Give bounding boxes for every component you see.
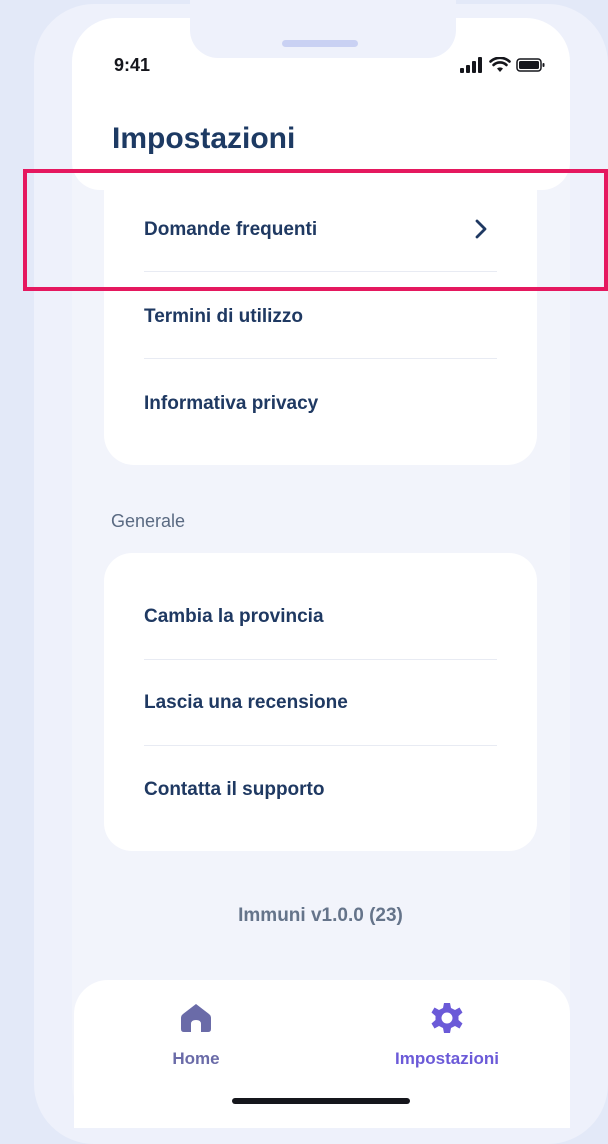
tab-home-label: Home: [172, 1049, 220, 1068]
change-province-label: Cambia la provincia: [144, 606, 324, 627]
home-icon: [181, 1004, 211, 1032]
wifi-icon: [489, 57, 511, 72]
divider: [144, 745, 497, 746]
status-icons: [460, 56, 556, 74]
signal-icon: [460, 57, 482, 73]
leave-review-label: Lascia una recensione: [144, 692, 348, 713]
section-label-generale: Generale: [111, 511, 186, 531]
notch: [190, 0, 456, 58]
privacy-row[interactable]: Informativa privacy: [104, 361, 537, 447]
highlight-box: [23, 169, 608, 291]
privacy-label: Informativa privacy: [144, 393, 319, 414]
tab-settings[interactable]: Impostazioni: [372, 1000, 522, 1069]
contact-support-row[interactable]: Contatta il supporto: [104, 747, 537, 833]
tab-home[interactable]: Home: [121, 1000, 271, 1069]
battery-icon: [516, 58, 545, 72]
notch-pill: [282, 40, 358, 47]
change-province-row[interactable]: Cambia la provincia: [104, 574, 537, 660]
contact-support-label: Contatta il supporto: [144, 779, 325, 800]
tab-settings-label: Impostazioni: [395, 1049, 499, 1068]
page-title: Impostazioni: [112, 122, 296, 155]
status-time: 9:41: [114, 55, 151, 75]
general-card: Cambia la provincia Lascia una recension…: [104, 553, 537, 851]
home-indicator: [232, 1098, 410, 1104]
app-version: Immuni v1.0.0 (23): [238, 905, 403, 926]
gear-icon: [431, 1003, 463, 1033]
terms-label: Termini di utilizzo: [144, 306, 304, 327]
divider: [144, 358, 497, 359]
leave-review-row[interactable]: Lascia una recensione: [104, 660, 537, 746]
